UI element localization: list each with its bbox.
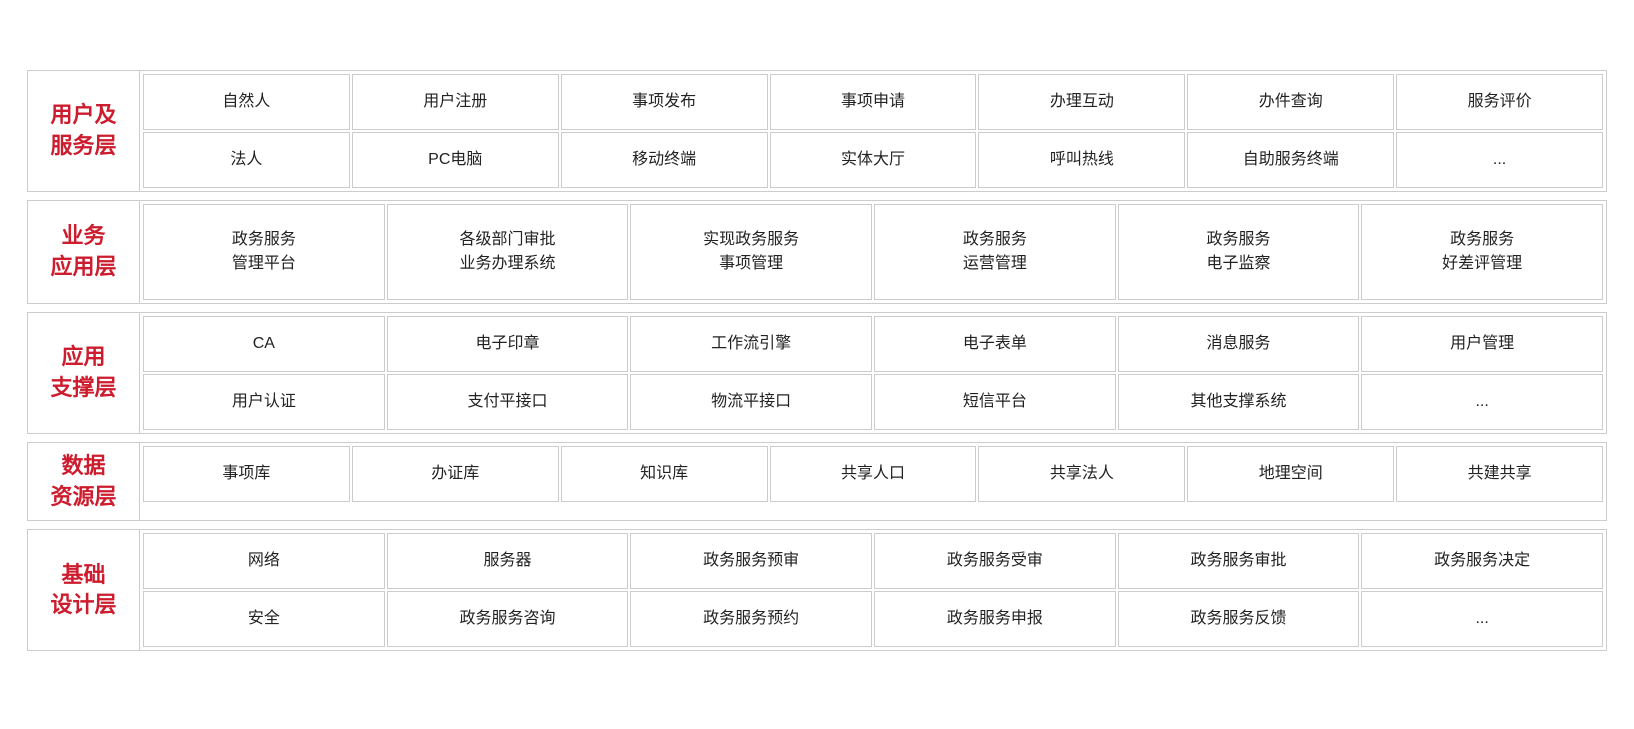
data-resource-label: 数据资源层	[28, 443, 140, 521]
architecture-diagram: 用户及服务层 自然人 用户注册 事项发布 事项申请 办理互动 办件查询 服务评价…	[27, 54, 1607, 676]
cell-decision: 政务服务决定	[1361, 533, 1603, 589]
app-support-label: 应用支撑层	[28, 313, 140, 433]
infra-content: 网络 服务器 政务服务预审 政务服务受审 政务服务审批 政务服务决定 安全 政务…	[140, 530, 1606, 650]
app-support-section: 应用支撑层 CA 电子印章 工作流引擎 电子表单 消息服务 用户管理 用户认证 …	[27, 312, 1607, 434]
cell-service-eval: 服务评价	[1396, 74, 1603, 130]
cell-workflow: 工作流引擎	[630, 316, 872, 372]
cell-declaration: 政务服务申报	[874, 591, 1116, 647]
cell-dept-approval: 各级部门审批业务办理系统	[387, 204, 629, 300]
cell-case-query: 办件查询	[1187, 74, 1394, 130]
cell-e-seal: 电子印章	[387, 316, 629, 372]
infra-section: 基础设计层 网络 服务器 政务服务预审 政务服务受审 政务服务审批 政务服务决定…	[27, 529, 1607, 651]
cell-user-register: 用户注册	[352, 74, 559, 130]
user-service-content: 自然人 用户注册 事项发布 事项申请 办理互动 办件查询 服务评价 法人 PC电…	[140, 71, 1606, 191]
cell-ca: CA	[143, 316, 385, 372]
cell-more-1: ...	[1396, 132, 1603, 188]
cell-server: 服务器	[387, 533, 629, 589]
cell-network: 网络	[143, 533, 385, 589]
cell-cert-db: 办证库	[352, 446, 559, 502]
cell-more-2: ...	[1361, 374, 1603, 430]
cell-appointment: 政务服务预约	[630, 591, 872, 647]
cell-item-mgmt: 实现政务服务事项管理	[630, 204, 872, 300]
cell-geo-space: 地理空间	[1187, 446, 1394, 502]
cell-gov-mgmt-platform: 政务服务管理平台	[143, 204, 385, 300]
data-resource-section: 数据资源层 事项库 办证库 知识库 共享人口 共享法人 地理空间 共建共享	[27, 442, 1607, 522]
cell-hall: 实体大厅	[770, 132, 977, 188]
cell-sms-platform: 短信平台	[874, 374, 1116, 430]
cell-logistics-interface: 物流平接口	[630, 374, 872, 430]
cell-pre-review: 政务服务预审	[630, 533, 872, 589]
cell-mobile: 移动终端	[561, 132, 768, 188]
cell-accepted: 政务服务受审	[874, 533, 1116, 589]
cell-ops-mgmt: 政务服务运营管理	[874, 204, 1116, 300]
biz-app-section: 业务应用层 政务服务管理平台 各级部门审批业务办理系统 实现政务服务事项管理 政…	[27, 200, 1607, 304]
app-support-content: CA 电子印章 工作流引擎 电子表单 消息服务 用户管理 用户认证 支付平接口 …	[140, 313, 1606, 433]
user-service-section: 用户及服务层 自然人 用户注册 事项发布 事项申请 办理互动 办件查询 服务评价…	[27, 70, 1607, 192]
cell-knowledge-db: 知识库	[561, 446, 768, 502]
cell-e-form: 电子表单	[874, 316, 1116, 372]
infra-label: 基础设计层	[28, 530, 140, 650]
cell-more-3: ...	[1361, 591, 1603, 647]
cell-approval: 政务服务审批	[1118, 533, 1360, 589]
cell-share-person: 共享人口	[770, 446, 977, 502]
user-service-label: 用户及服务层	[28, 71, 140, 191]
cell-feedback: 政务服务反馈	[1118, 591, 1360, 647]
cell-consult: 政务服务咨询	[387, 591, 629, 647]
cell-natural-person: 自然人	[143, 74, 350, 130]
cell-e-supervision: 政务服务电子监察	[1118, 204, 1360, 300]
cell-other-support: 其他支撑系统	[1118, 374, 1360, 430]
cell-self-service: 自助服务终端	[1187, 132, 1394, 188]
data-resource-content: 事项库 办证库 知识库 共享人口 共享法人 地理空间 共建共享	[140, 443, 1606, 521]
cell-item-publish: 事项发布	[561, 74, 768, 130]
cell-item-apply: 事项申请	[770, 74, 977, 130]
cell-handle-interact: 办理互动	[978, 74, 1185, 130]
cell-coop-share: 共建共享	[1396, 446, 1603, 502]
cell-legal-person: 法人	[143, 132, 350, 188]
cell-security: 安全	[143, 591, 385, 647]
cell-hotline: 呼叫热线	[978, 132, 1185, 188]
biz-app-content: 政务服务管理平台 各级部门审批业务办理系统 实现政务服务事项管理 政务服务运营管…	[140, 201, 1606, 303]
cell-pay-interface: 支付平接口	[387, 374, 629, 430]
cell-user-mgmt: 用户管理	[1361, 316, 1603, 372]
cell-rating-mgmt: 政务服务好差评管理	[1361, 204, 1603, 300]
biz-app-label: 业务应用层	[28, 201, 140, 303]
cell-share-legal: 共享法人	[978, 446, 1185, 502]
cell-user-auth: 用户认证	[143, 374, 385, 430]
cell-item-db: 事项库	[143, 446, 350, 502]
cell-pc: PC电脑	[352, 132, 559, 188]
cell-msg-service: 消息服务	[1118, 316, 1360, 372]
